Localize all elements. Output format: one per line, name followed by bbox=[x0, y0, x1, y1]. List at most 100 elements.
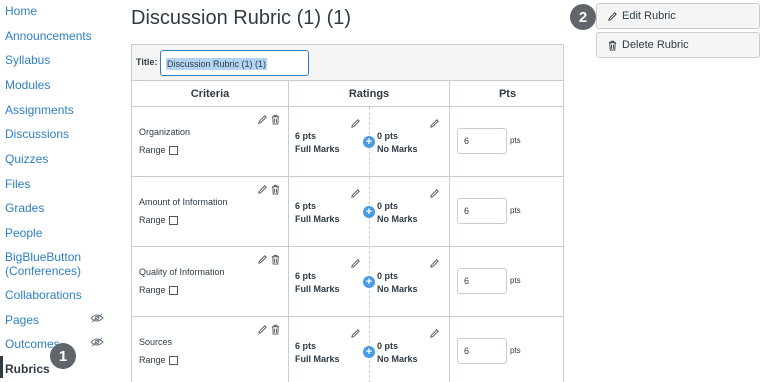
range-box[interactable] bbox=[168, 145, 178, 155]
step-callout-1: 1 bbox=[50, 343, 76, 369]
row-divider bbox=[132, 316, 563, 317]
points-input[interactable]: 6 bbox=[457, 128, 507, 154]
sidebar-item-rubrics[interactable]: Rubrics bbox=[5, 362, 50, 376]
pts-header: Pts bbox=[450, 81, 563, 107]
sidebar-item-discussions[interactable]: Discussions bbox=[5, 127, 69, 141]
pencil-icon[interactable] bbox=[257, 184, 268, 195]
points-input[interactable]: 6 bbox=[457, 198, 507, 224]
criterion-name: Organization bbox=[139, 127, 191, 137]
criterion-name: Amount of Information bbox=[139, 197, 228, 207]
sidebar-item-bigbluebutton[interactable]: BigBlueButton (Conferences) bbox=[5, 250, 105, 278]
sidebar-item-assignments[interactable]: Assignments bbox=[5, 103, 74, 117]
range-box[interactable] bbox=[168, 355, 178, 365]
rating-points: 6 pts bbox=[295, 131, 317, 141]
rating-points: 0 pts bbox=[377, 131, 399, 141]
edit-rubric-button[interactable]: Edit Rubric bbox=[596, 3, 760, 29]
rubric-table: Title: Discussion Rubric (1) (1) Criteri… bbox=[131, 44, 564, 382]
rating-description: Full Marks bbox=[295, 144, 340, 154]
pencil-icon[interactable] bbox=[429, 258, 440, 269]
range-checkbox[interactable]: Range bbox=[139, 355, 178, 365]
pencil-icon[interactable] bbox=[257, 324, 268, 335]
criterion-name: Sources bbox=[139, 337, 173, 347]
range-label: Range bbox=[139, 355, 166, 365]
trash-icon bbox=[608, 40, 617, 51]
sidebar-item-pages[interactable]: Pages bbox=[5, 313, 39, 327]
range-label: Range bbox=[139, 285, 166, 295]
rating-description: No Marks bbox=[377, 144, 418, 154]
add-rating-button[interactable]: + bbox=[363, 276, 375, 288]
rubric-title-value: Discussion Rubric (1) (1) bbox=[166, 58, 268, 70]
pencil-icon[interactable] bbox=[350, 328, 361, 339]
sidebar-item-files[interactable]: Files bbox=[5, 177, 30, 191]
add-rating-button[interactable]: + bbox=[363, 136, 375, 148]
ratings-header: Ratings bbox=[289, 81, 450, 107]
pencil-icon[interactable] bbox=[257, 254, 268, 265]
trash-icon[interactable] bbox=[270, 324, 281, 335]
eye-slash-icon bbox=[90, 313, 104, 323]
edit-rubric-label: Edit Rubric bbox=[622, 10, 676, 22]
trash-icon[interactable] bbox=[270, 254, 281, 265]
pencil-icon[interactable] bbox=[350, 258, 361, 269]
delete-rubric-label: Delete Rubric bbox=[622, 39, 689, 51]
rating-divider bbox=[369, 107, 370, 382]
criteria-header: Criteria bbox=[132, 81, 289, 107]
sidebar-item-home[interactable]: Home bbox=[5, 4, 37, 18]
sidebar-item-quizzes[interactable]: Quizzes bbox=[5, 152, 48, 166]
eye-slash-icon bbox=[90, 337, 104, 347]
active-indicator bbox=[0, 356, 3, 378]
range-label: Range bbox=[139, 145, 166, 155]
rating-description: Full Marks bbox=[295, 284, 340, 294]
range-checkbox[interactable]: Range bbox=[139, 145, 178, 155]
sidebar-item-syllabus[interactable]: Syllabus bbox=[5, 53, 50, 67]
pencil-icon[interactable] bbox=[257, 114, 268, 125]
rating-points: 0 pts bbox=[377, 201, 399, 211]
pencil-icon[interactable] bbox=[350, 118, 361, 129]
delete-rubric-button[interactable]: Delete Rubric bbox=[596, 32, 760, 58]
pencil-icon bbox=[608, 11, 617, 21]
step-callout-2: 2 bbox=[570, 4, 596, 30]
rubric-title-row: Title: Discussion Rubric (1) (1) bbox=[132, 45, 563, 81]
rating-points: 0 pts bbox=[377, 341, 399, 351]
pts-unit: pts bbox=[510, 276, 521, 285]
column-divider bbox=[288, 107, 289, 382]
column-divider bbox=[449, 107, 450, 382]
course-navigation: Home Announcements Syllabus Modules Assi… bbox=[0, 0, 112, 382]
pencil-icon[interactable] bbox=[350, 188, 361, 199]
sidebar-item-collaborations[interactable]: Collaborations bbox=[5, 288, 82, 302]
pts-unit: pts bbox=[510, 206, 521, 215]
sidebar-item-modules[interactable]: Modules bbox=[5, 78, 50, 92]
pencil-icon[interactable] bbox=[429, 118, 440, 129]
pencil-icon[interactable] bbox=[429, 188, 440, 199]
row-divider bbox=[132, 246, 563, 247]
sidebar-item-people[interactable]: People bbox=[5, 226, 42, 240]
rating-points: 6 pts bbox=[295, 201, 317, 211]
add-rating-button[interactable]: + bbox=[363, 346, 375, 358]
sidebar-item-announcements[interactable]: Announcements bbox=[5, 29, 92, 43]
row-divider bbox=[132, 176, 563, 177]
range-checkbox[interactable]: Range bbox=[139, 215, 178, 225]
range-checkbox[interactable]: Range bbox=[139, 285, 178, 295]
rating-description: No Marks bbox=[377, 354, 418, 364]
points-input[interactable]: 6 bbox=[457, 268, 507, 294]
pts-unit: pts bbox=[510, 136, 521, 145]
trash-icon[interactable] bbox=[270, 114, 281, 125]
points-input[interactable]: 6 bbox=[457, 338, 507, 364]
rating-points: 0 pts bbox=[377, 271, 399, 281]
range-box[interactable] bbox=[168, 285, 178, 295]
rating-description: Full Marks bbox=[295, 354, 340, 364]
add-rating-button[interactable]: + bbox=[363, 206, 375, 218]
rating-description: No Marks bbox=[377, 214, 418, 224]
page-title: Discussion Rubric (1) (1) bbox=[131, 7, 352, 29]
range-box[interactable] bbox=[168, 215, 178, 225]
trash-icon[interactable] bbox=[270, 184, 281, 195]
sidebar-item-grades[interactable]: Grades bbox=[5, 201, 44, 215]
rating-description: No Marks bbox=[377, 284, 418, 294]
pts-unit: pts bbox=[510, 346, 521, 355]
rubric-title-input[interactable]: Discussion Rubric (1) (1) bbox=[160, 50, 309, 76]
rating-points: 6 pts bbox=[295, 271, 317, 281]
range-label: Range bbox=[139, 215, 166, 225]
rating-points: 6 pts bbox=[295, 341, 317, 351]
pencil-icon[interactable] bbox=[429, 328, 440, 339]
title-label: Title: bbox=[136, 57, 158, 67]
rating-description: Full Marks bbox=[295, 214, 340, 224]
